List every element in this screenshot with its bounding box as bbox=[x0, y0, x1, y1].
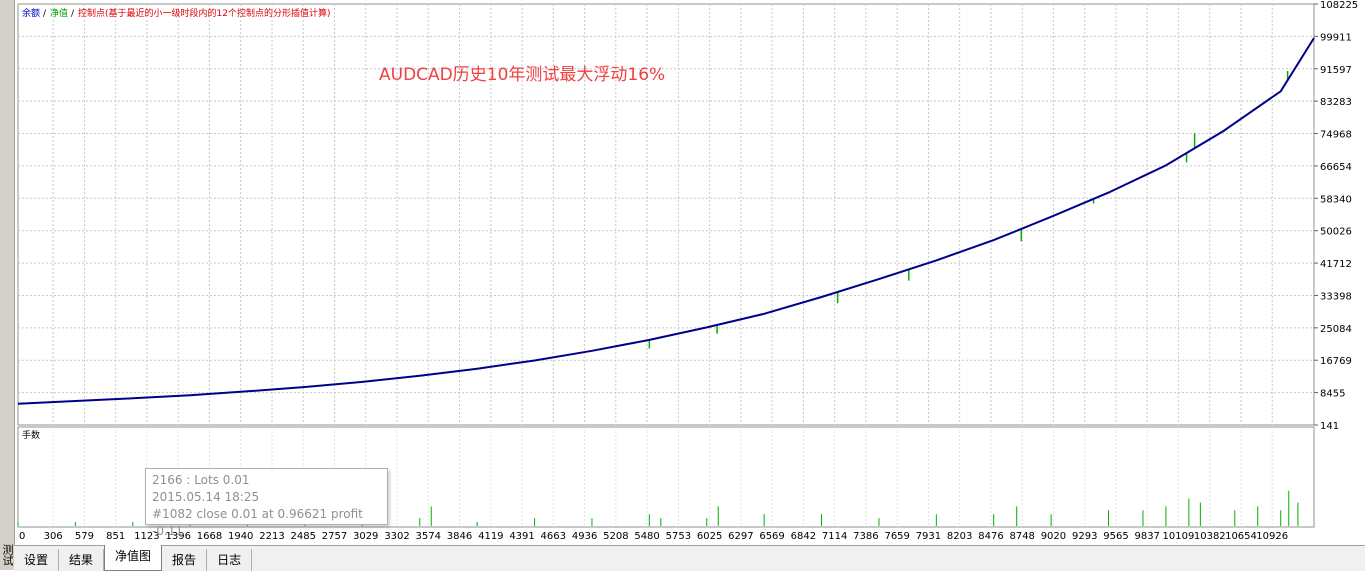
x-tick-label: 851 bbox=[106, 531, 125, 542]
y-tick-label: 50026 bbox=[1320, 227, 1352, 238]
y-tick-label: 99911 bbox=[1320, 32, 1352, 43]
x-tick-label: 9020 bbox=[1041, 531, 1066, 542]
x-tick-label: 3302 bbox=[384, 531, 409, 542]
y-tick-label: 8455 bbox=[1320, 389, 1345, 400]
y-tick-label: 74968 bbox=[1320, 130, 1352, 141]
main-panel bbox=[17, 3, 1315, 426]
y-tick-label: 91597 bbox=[1320, 65, 1352, 76]
x-tick-label: 5480 bbox=[634, 531, 659, 542]
x-tick-label: 6025 bbox=[697, 531, 722, 542]
equity-chart[interactable]: 108225 99911 91597 83283 74968 66654 58340 5002… bbox=[0, 0, 1365, 545]
x-tick-label: 0 bbox=[19, 531, 25, 542]
x-tick-label: 3846 bbox=[447, 531, 472, 542]
x-tick-label: 7659 bbox=[884, 531, 909, 542]
x-tick-label: 9837 bbox=[1134, 531, 1159, 542]
tab-equity-chart[interactable]: 净值图 bbox=[104, 545, 163, 571]
x-tick-label: 6842 bbox=[791, 531, 816, 542]
bottom-tab-bar: 设置 结果 净值图 报告 日志 bbox=[14, 545, 1365, 571]
x-tick-label: 6297 bbox=[728, 531, 753, 542]
x-tick-label: 579 bbox=[75, 531, 94, 542]
y-tick-label: 33398 bbox=[1320, 291, 1352, 302]
tooltip-line-1: 2166 : Lots 0.01 bbox=[152, 473, 250, 487]
lots-panel-label: 手数 bbox=[22, 429, 40, 441]
y-tick-label: 141 bbox=[1320, 421, 1339, 432]
tab-results[interactable]: 结果 bbox=[59, 549, 105, 571]
chart-window: 测试 108225 99911 91597 83283 74968 66654 58340 5… bbox=[0, 0, 1365, 571]
tooltip-line-2: 2015.05.14 18:25 bbox=[152, 490, 260, 504]
x-tick-label: 4119 bbox=[478, 531, 503, 542]
x-tick-label: 4936 bbox=[572, 531, 597, 542]
tab-settings[interactable]: 设置 bbox=[14, 549, 60, 571]
x-tick-label: 8203 bbox=[947, 531, 972, 542]
chart-annotation: AUDCAD历史10年测试最大浮动16% bbox=[379, 65, 665, 85]
x-tick-label: 7931 bbox=[916, 531, 941, 542]
y-tick-label: 25084 bbox=[1320, 324, 1352, 335]
legend-equity: 净值 bbox=[50, 7, 68, 19]
y-tick-label: 66654 bbox=[1320, 162, 1352, 173]
x-tick-label: 10654 bbox=[1225, 531, 1257, 542]
x-tick-label: 7114 bbox=[822, 531, 847, 542]
legend-control-points: 控制点(基于最近的小一级时段内的12个控制点的分形插值计算) bbox=[78, 7, 330, 19]
y-tick-label: 83283 bbox=[1320, 97, 1352, 108]
tab-report[interactable]: 报告 bbox=[162, 549, 208, 571]
data-tooltip: 2166 : Lots 0.01 2015.05.14 18:25 #1082 … bbox=[145, 468, 388, 538]
y-tick-label: 58340 bbox=[1320, 194, 1352, 205]
x-tick-label: 9293 bbox=[1072, 531, 1097, 542]
x-tick-label: 5208 bbox=[603, 531, 628, 542]
x-tick-label: 8476 bbox=[978, 531, 1003, 542]
x-tick-label: 5753 bbox=[666, 531, 691, 542]
x-tick-label: 10926 bbox=[1256, 531, 1288, 542]
x-tick-label: 306 bbox=[44, 531, 63, 542]
tooltip-line-3: #1082 close 0.01 at 0.96621 profit -0.11 bbox=[152, 507, 363, 538]
x-tick-label: 7386 bbox=[853, 531, 878, 542]
x-tick-label: 6569 bbox=[759, 531, 784, 542]
y-tick-label: 41712 bbox=[1320, 259, 1352, 270]
x-tick-label: 4663 bbox=[541, 531, 566, 542]
y-tick-label: 108225 bbox=[1320, 0, 1358, 11]
tab-journal[interactable]: 日志 bbox=[207, 549, 253, 571]
x-tick-label: 10109 bbox=[1163, 531, 1195, 542]
y-tick-label: 16769 bbox=[1320, 356, 1352, 367]
x-tick-label: 9565 bbox=[1103, 531, 1128, 542]
y-axis: 108225 99911 91597 83283 74968 66654 58340 5002… bbox=[1314, 0, 1358, 432]
x-tick-label: 4391 bbox=[509, 531, 534, 542]
x-tick-label: 8748 bbox=[1009, 531, 1034, 542]
x-tick-label: 3574 bbox=[416, 531, 441, 542]
x-tick-label: 10382 bbox=[1194, 531, 1226, 542]
legend-balance: 余额 bbox=[22, 7, 40, 19]
